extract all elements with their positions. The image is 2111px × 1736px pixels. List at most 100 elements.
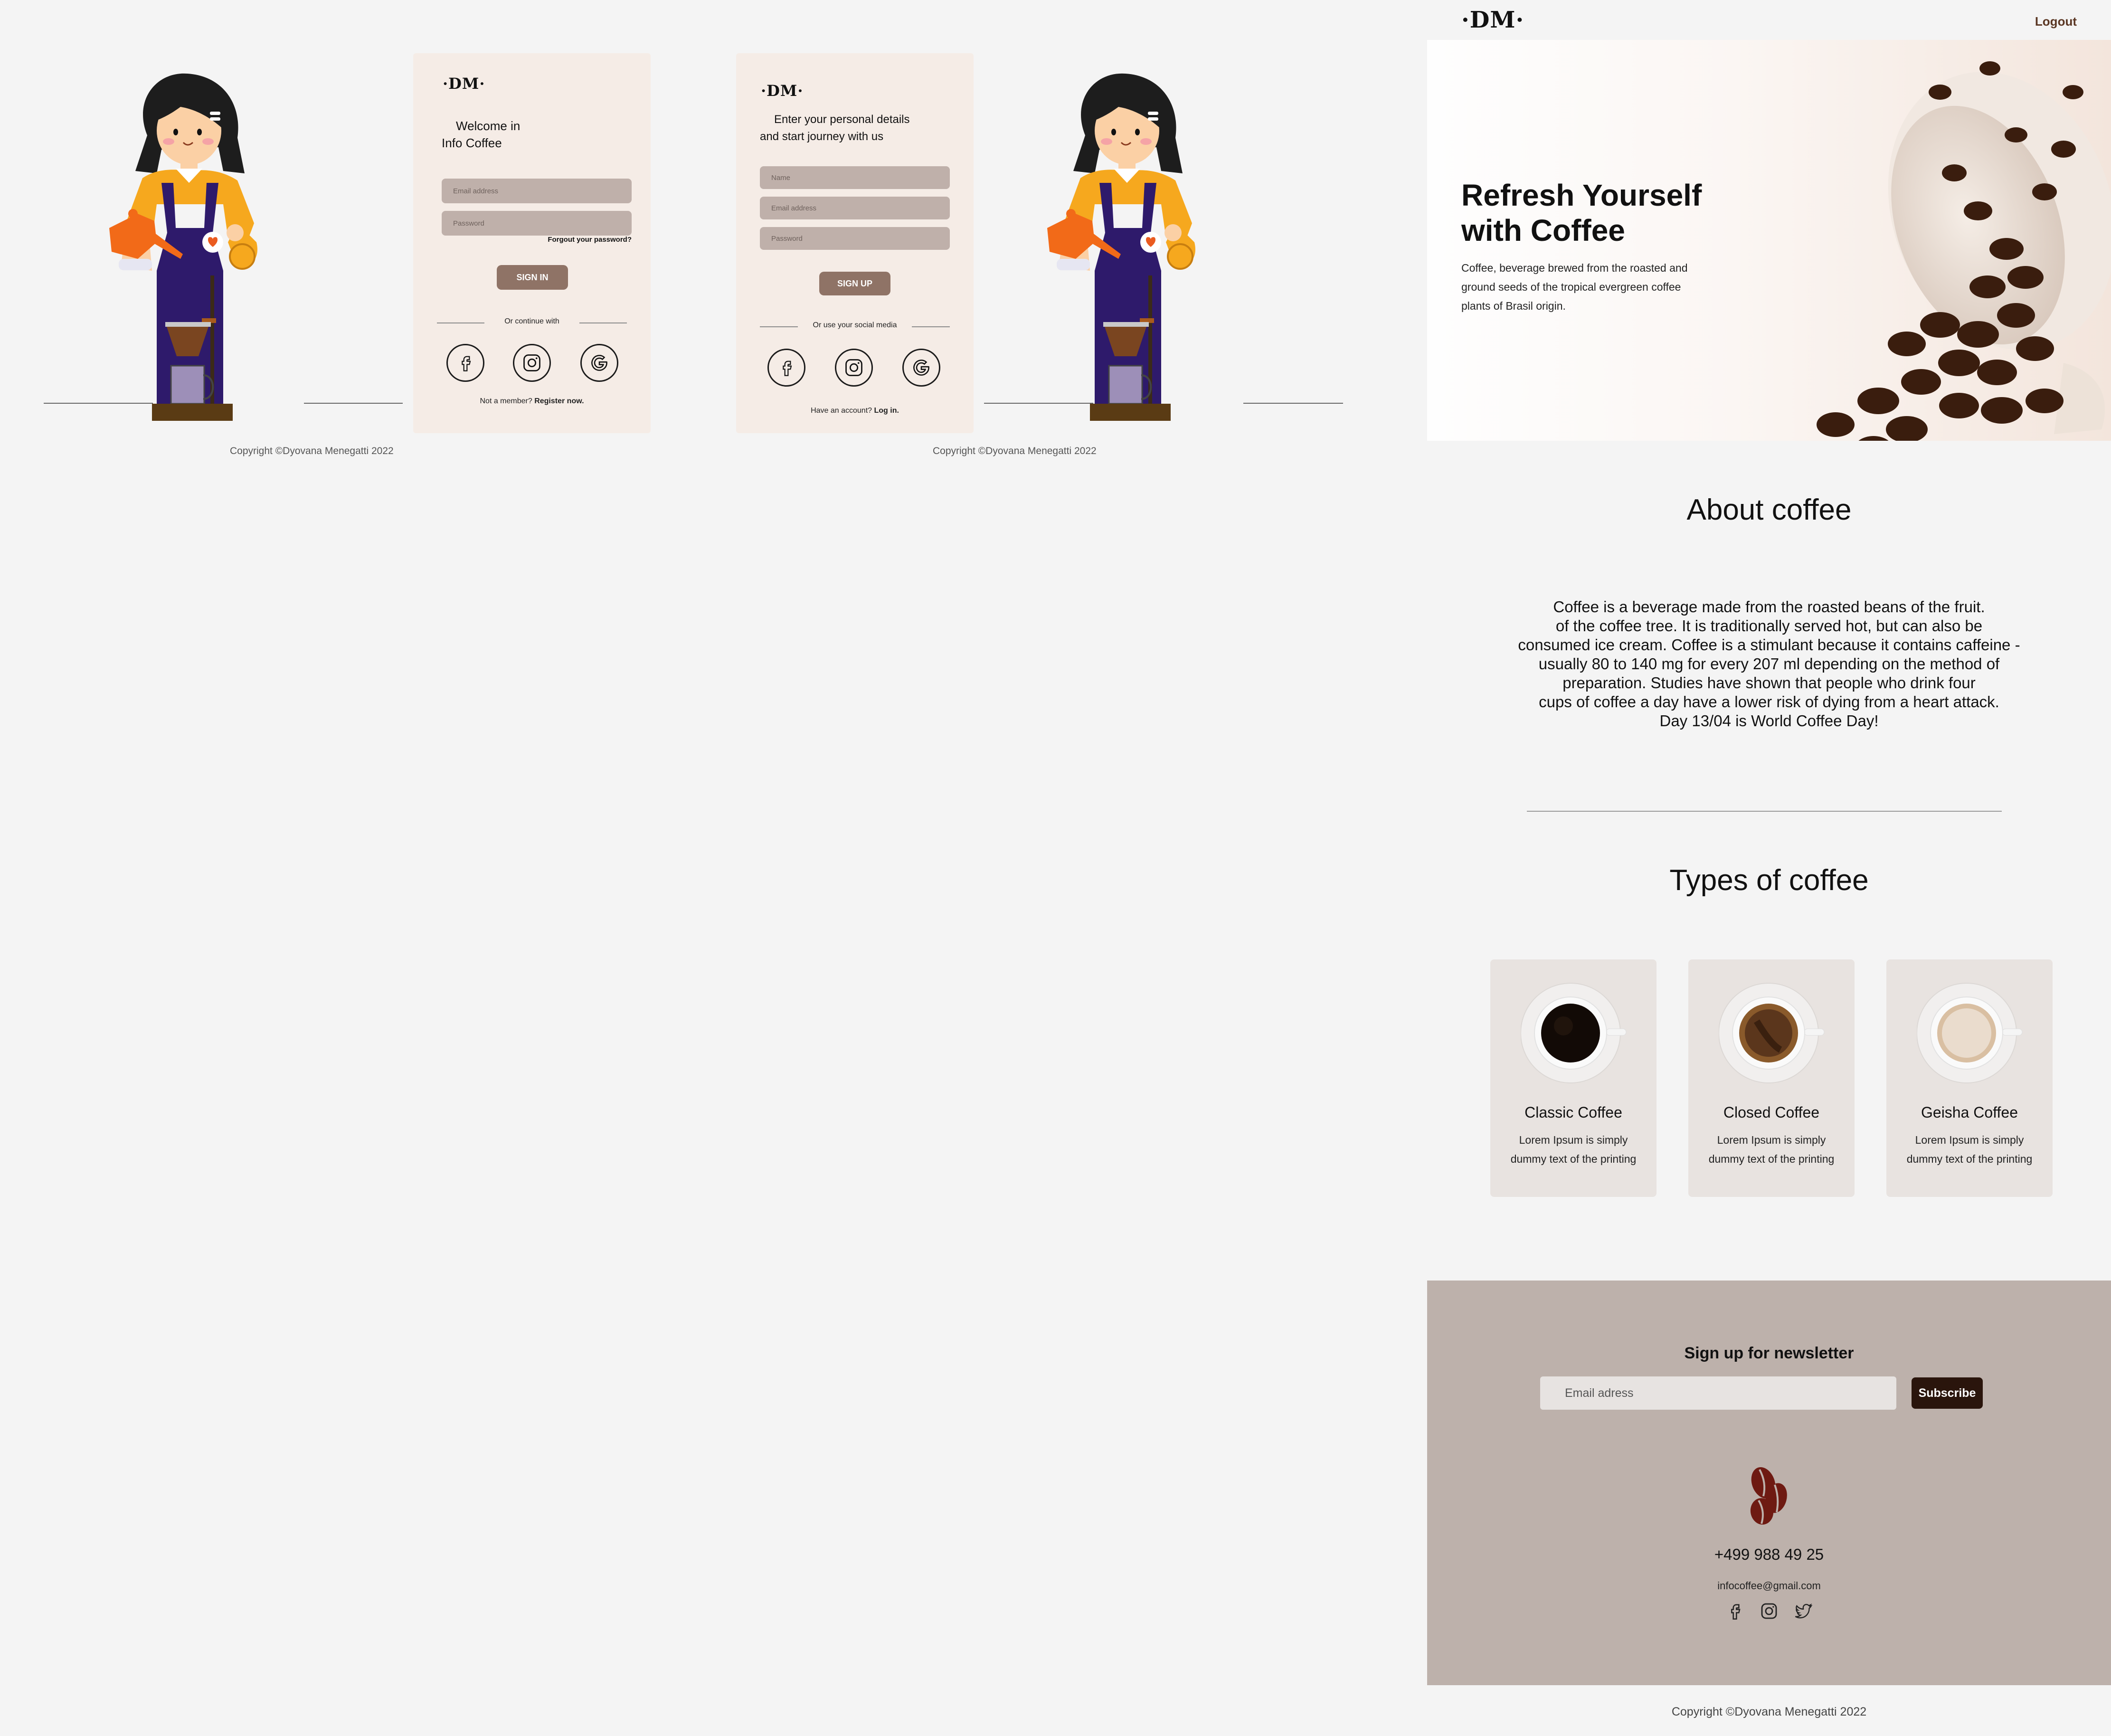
google-icon [913,360,929,376]
not-member-text: Not a member? [480,397,532,405]
hero-title-line-2: with Coffee [1461,213,1625,247]
ground-line [1243,403,1343,404]
login-logo: ·DM· [443,75,485,93]
login-card: ·DM· Welcome in Info Coffee Email addres… [413,53,651,433]
coffee-type-desc-line: Lorem Ipsum is simply [1915,1134,2024,1146]
coffee-type-desc-line: dummy text of the printing [1906,1153,2033,1165]
sign-in-button[interactable]: SIGN IN [497,265,568,290]
signup-intro-line-1: Enter your personal details [774,113,910,126]
coffee-type-name: Geisha Coffee [1921,1104,2018,1121]
geisha-coffee-cup-icon [1917,983,2023,1083]
signup-logo: ·DM· [761,82,804,100]
facebook-icon [783,360,792,376]
landing-header: ·DM· Logout [1427,0,2111,40]
section-divider [1527,811,2002,812]
coffee-type-desc-line: Lorem Ipsum is simply [1519,1134,1628,1146]
ground-line [984,403,1093,404]
hero-title: Refresh Yourself with Coffee [1461,178,1702,248]
have-account-text: Have an account? [811,407,872,415]
continue-with-label: Or continue with [504,317,559,325]
about-line: Coffee is a beverage made from the roast… [1553,598,1985,616]
social-media-label: Or use your social media [813,321,897,329]
signup-google-button[interactable] [902,349,940,387]
landing-copyright: Copyright ©Dyovana Menegatti 2022 [1671,1705,1867,1718]
facebook-icon[interactable] [1725,1602,1744,1621]
signup-facebook-button[interactable] [767,349,805,387]
hero-text-line-1: Coffee, beverage brewed from the roasted… [1461,262,1688,274]
coffee-type-name: Closed Coffee [1723,1104,1820,1121]
types-title: Types of coffee [1669,864,1869,897]
instagram-icon[interactable] [1760,1602,1779,1621]
landing-logo: ·DM· [1461,7,1524,33]
google-button[interactable] [580,344,618,382]
about-text: Coffee is a beverage made from the roast… [1460,598,2078,730]
hero-section: Refresh Yourself with Coffee Coffee, bev… [1427,40,2111,441]
coffee-type-desc: Lorem Ipsum is simply dummy text of the … [1693,1130,1850,1168]
subscribe-button[interactable]: Subscribe [1912,1377,1983,1409]
register-link[interactable]: Register now. [534,397,584,405]
ground-line [44,403,153,404]
facebook-button[interactable] [446,344,484,382]
signup-name-field[interactable]: Name [760,166,950,189]
instagram-icon [523,354,540,371]
signup-instagram-button[interactable] [835,349,873,387]
coffee-card-geisha[interactable]: Geisha Coffee Lorem Ipsum is simply dumm… [1886,959,2053,1197]
contact-email[interactable]: infocoffee@gmail.com [1427,1580,2111,1592]
newsletter-title: Sign up for newsletter [1684,1344,1854,1362]
landing-page: ·DM· Logout Refresh Yourself with Coffee… [1427,0,2111,1736]
signup-divider-right [912,326,950,327]
signup-copyright: Copyright ©Dyovana Menegatti 2022 [933,446,1097,456]
register-prompt: Not a member? Register now. [413,397,651,406]
welcome-line-1: Welcome in [456,119,521,133]
login-copyright: Copyright ©Dyovana Menegatti 2022 [230,446,394,456]
about-title: About coffee [1686,493,1852,526]
about-line: Day 13/04 is World Coffee Day! [1659,712,1879,730]
forgot-password-link[interactable]: Forgout your password? [548,236,632,244]
login-password-field[interactable]: Password [442,211,632,236]
newsletter-footer: Sign up for newsletter Email adress Subs… [1427,1281,2111,1685]
login-email-field[interactable]: Email address [442,179,632,203]
about-line: preparation. Studies have shown that peo… [1562,674,1976,692]
login-prompt: Have an account? Log in. [736,407,974,415]
closed-coffee-cup-icon [1719,983,1825,1083]
coffee-card-classic[interactable]: Classic Coffee Lorem Ipsum is simply dum… [1490,959,1657,1197]
instagram-button[interactable] [513,344,551,382]
hero-text-line-3: plants of Brasil origin. [1461,300,1566,312]
sign-up-button[interactable]: SIGN UP [819,272,890,295]
coffee-type-name: Classic Coffee [1524,1104,1622,1121]
hero-text-line-2: ground seeds of the tropical evergreen c… [1461,281,1681,293]
welcome-heading: Welcome in Info Coffee [442,117,520,152]
logout-link[interactable]: Logout [2035,14,2077,29]
login-illustration [85,71,275,423]
instagram-icon [845,359,862,376]
contact-phone: +499 988 49 25 [1714,1546,1824,1563]
coffee-card-closed[interactable]: Closed Coffee Lorem Ipsum is simply dumm… [1688,959,1855,1197]
signup-card: ·DM· Enter your personal details and sta… [736,53,974,433]
coffee-type-desc: Lorem Ipsum is simply dummy text of the … [1495,1130,1652,1168]
signup-divider-left [760,326,798,327]
coffee-beans-icon [1750,1467,1787,1525]
ground-line [304,403,403,404]
classic-coffee-cup-icon [1521,983,1627,1083]
about-line: of the coffee tree. It is traditionally … [1555,617,1983,635]
coffee-type-desc-line: dummy text of the printing [1510,1153,1637,1165]
hero-title-line-1: Refresh Yourself [1461,178,1702,212]
hero-description: Coffee, beverage brewed from the roasted… [1461,258,1688,315]
coffee-type-desc-line: dummy text of the printing [1708,1153,1835,1165]
facebook-icon [462,356,471,371]
google-icon [591,355,607,371]
coffee-type-desc: Lorem Ipsum is simply dummy text of the … [1891,1130,2048,1168]
newsletter-email-input[interactable]: Email adress [1540,1376,1896,1410]
twitter-icon[interactable] [1794,1602,1813,1621]
signup-password-field[interactable]: Password [760,227,950,250]
coffee-type-desc-line: Lorem Ipsum is simply [1717,1134,1826,1146]
welcome-line-2: Info Coffee [442,136,502,150]
about-line: usually 80 to 140 mg for every 207 ml de… [1538,655,2000,673]
signup-intro: Enter your personal details and start jo… [760,111,910,145]
about-line: consumed ice cream. Coffee is a stimulan… [1518,636,2020,654]
about-line: cups of coffee a day have a lower risk o… [1539,693,1999,711]
footer-social-icons [1427,1602,2111,1621]
signup-illustration [1023,71,1213,423]
signup-email-field[interactable]: Email address [760,197,950,219]
log-in-link[interactable]: Log in. [874,407,899,415]
